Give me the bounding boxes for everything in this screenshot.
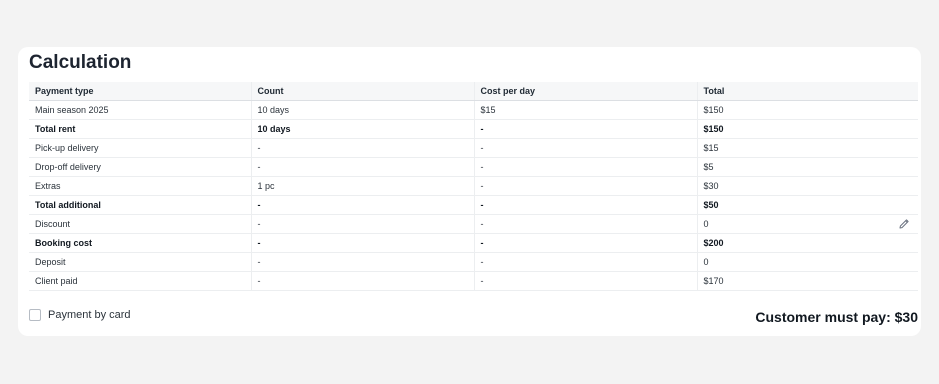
cell-count: - [250,138,474,158]
cell-total: $200 [696,233,918,253]
cell-payment-type: Deposit [29,252,251,272]
cell-payment-type: Booking cost [29,233,251,253]
cell-payment-type: Extras [29,176,251,196]
column-header-count: Count [250,82,474,101]
table-row: Main season 2025 10 days $15 $150 [29,100,918,120]
cell-cost-per-day: - [473,195,697,215]
payment-by-card-option[interactable]: Payment by card [29,309,131,321]
cell-cost-per-day: - [473,252,697,272]
cell-cost-per-day: $15 [473,100,697,120]
table-row: Booking cost - - $200 [29,233,918,253]
table-header-row: Payment type Count Cost per day Total [29,82,918,101]
table-row: Total additional - - $50 [29,195,918,215]
cell-total-value: 0 [703,219,709,229]
cell-total: 0 [696,252,918,272]
cell-total: $5 [696,157,918,177]
cell-cost-per-day: - [473,138,697,158]
table-row: Client paid - - $170 [29,271,918,291]
calculation-card: Calculation Payment type Count Cost per … [18,47,921,336]
column-header-cost-per-day: Cost per day [473,82,697,101]
cell-cost-per-day: - [473,214,697,234]
cell-count: - [250,157,474,177]
customer-must-pay-total: Customer must pay: $30 [755,309,918,325]
cell-count: - [250,233,474,253]
cell-total: $150 [696,100,918,120]
cell-count: - [250,214,474,234]
table-row: Extras 1 pc - $30 [29,176,918,196]
cell-count: 10 days [250,100,474,120]
cell-count: 1 pc [250,176,474,196]
cell-count: - [250,252,474,272]
calculation-table: Payment type Count Cost per day Total Ma… [29,82,918,291]
cell-cost-per-day: - [473,119,697,139]
cell-payment-type: Total additional [29,195,251,215]
cell-payment-type: Main season 2025 [29,100,251,120]
cell-total-discount: 0 [696,214,918,234]
cell-count: - [250,195,474,215]
cell-cost-per-day: - [473,157,697,177]
cell-total: $15 [696,138,918,158]
cell-count: 10 days [250,119,474,139]
table-row: Drop-off delivery - - $5 [29,157,918,177]
cell-payment-type: Pick-up delivery [29,138,251,158]
cell-payment-type: Drop-off delivery [29,157,251,177]
cell-cost-per-day: - [473,176,697,196]
payment-by-card-label: Payment by card [48,309,131,321]
table-row: Pick-up delivery - - $15 [29,138,918,158]
page-title: Calculation [29,52,132,73]
column-header-payment-type: Payment type [29,82,251,101]
cell-cost-per-day: - [473,271,697,291]
cell-total: $30 [696,176,918,196]
cell-total: $150 [696,119,918,139]
cell-count: - [250,271,474,291]
cell-cost-per-day: - [473,233,697,253]
cell-payment-type: Client paid [29,271,251,291]
column-header-total: Total [696,82,918,101]
cell-payment-type: Total rent [29,119,251,139]
cell-total: $50 [696,195,918,215]
pencil-icon[interactable] [898,218,910,230]
table-row: Discount - - 0 [29,214,918,234]
payment-by-card-checkbox[interactable] [29,309,41,321]
cell-total: $170 [696,271,918,291]
cell-payment-type: Discount [29,214,251,234]
table-row: Total rent 10 days - $150 [29,119,918,139]
table-row: Deposit - - 0 [29,252,918,272]
